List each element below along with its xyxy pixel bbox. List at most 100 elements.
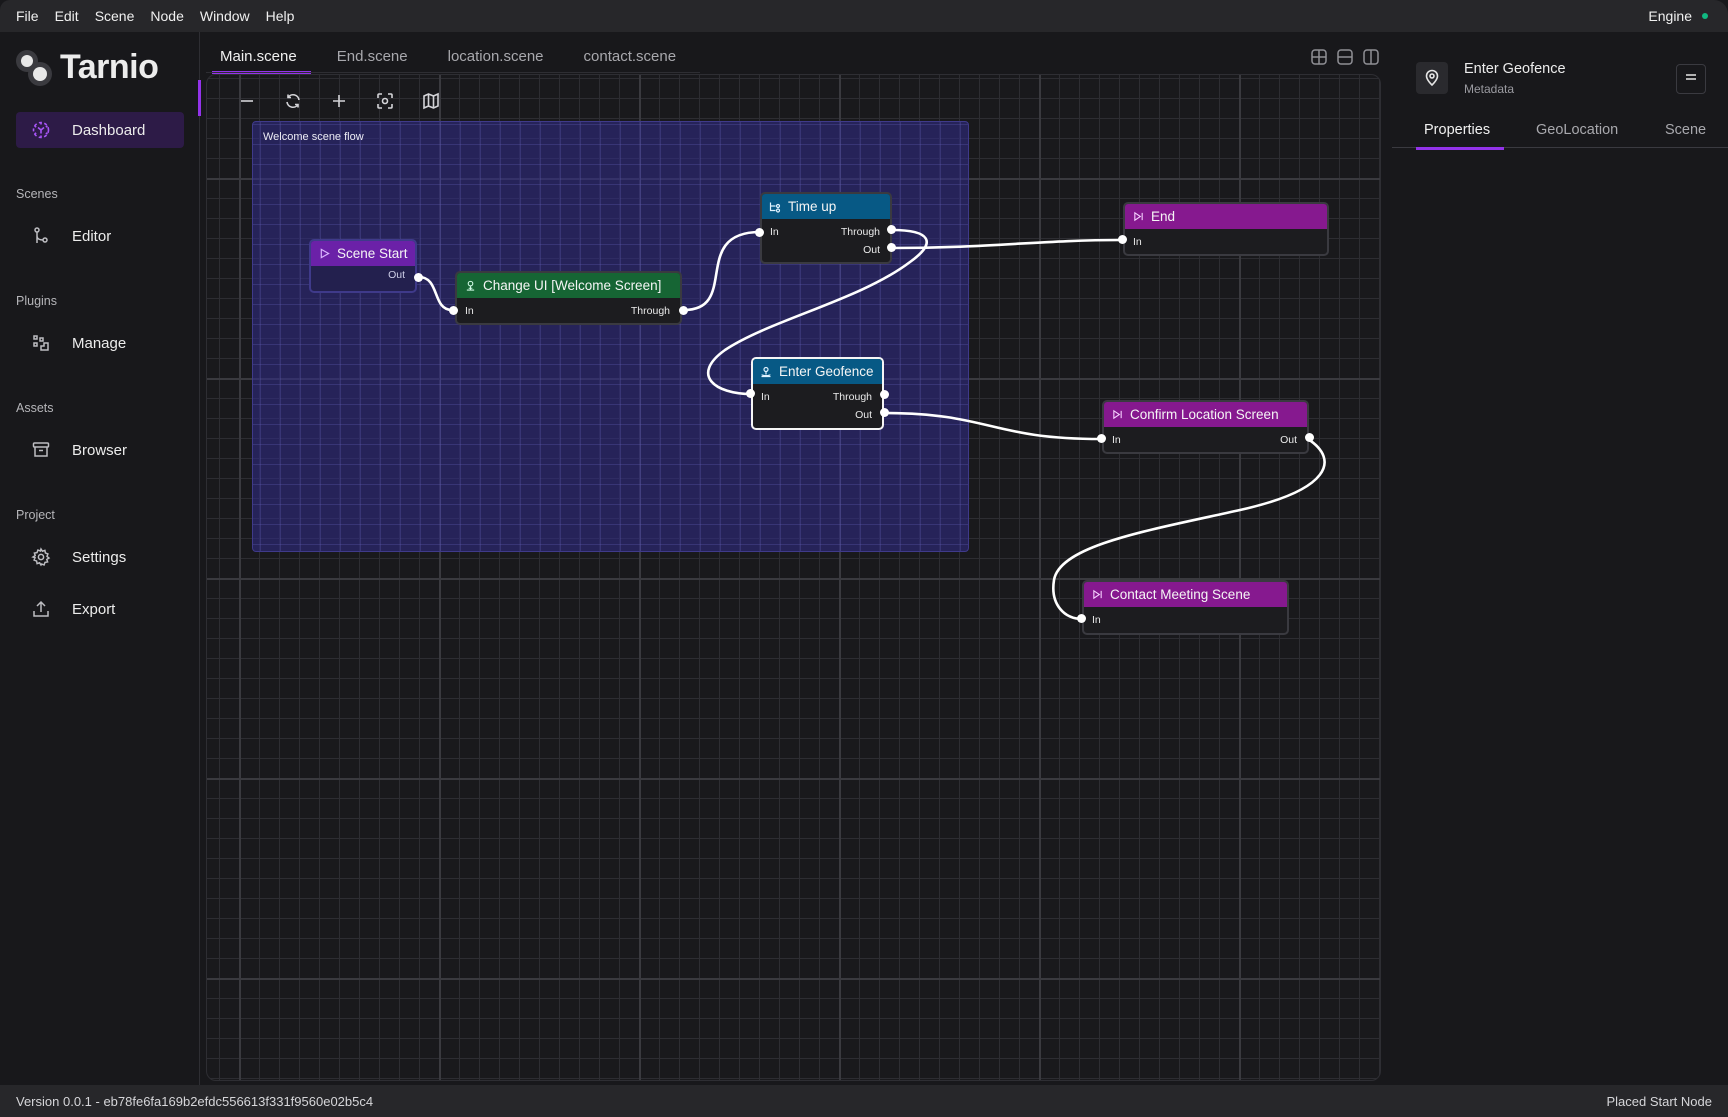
port-label-through: Through: [630, 305, 670, 317]
sidebar-item-settings[interactable]: Settings: [16, 539, 184, 575]
sidebar-item-browser[interactable]: Browser: [16, 432, 184, 468]
zoom-in-icon[interactable]: [328, 90, 350, 112]
archive-box-icon: [30, 439, 52, 461]
menu-window[interactable]: Window: [200, 8, 250, 24]
menu-help[interactable]: Help: [266, 8, 295, 24]
port-scene-start-out[interactable]: [414, 273, 423, 282]
node-title: Confirm Location Screen: [1130, 407, 1279, 422]
engine-label: Engine: [1648, 8, 1692, 24]
sidebar-item-editor[interactable]: Editor: [16, 218, 184, 254]
port-label-in: In: [1092, 614, 1101, 626]
port-change-ui-through[interactable]: [679, 306, 688, 315]
node-enter-geofence[interactable]: Enter Geofence In Through Out: [751, 357, 884, 430]
port-time-up-in[interactable]: [755, 228, 764, 237]
port-contact-in[interactable]: [1077, 614, 1086, 623]
section-assets: Assets: [16, 401, 54, 415]
menu-node[interactable]: Node: [150, 8, 183, 24]
node-header: Confirm Location Screen: [1104, 402, 1307, 427]
node-scene-start[interactable]: Scene Start Out: [309, 239, 417, 293]
play-icon: [318, 248, 330, 260]
node-header: Time up: [762, 194, 890, 219]
sidebar-active-indicator: [198, 80, 201, 116]
scene-tabs: Main.scene End.scene location.scene cont…: [206, 40, 702, 74]
node-contact-meeting[interactable]: Contact Meeting Scene In: [1082, 580, 1289, 635]
port-geofence-through[interactable]: [880, 390, 889, 399]
app-logo: Tarnio: [16, 48, 159, 87]
zoom-out-icon[interactable]: [236, 90, 258, 112]
canvas-toolbar: [236, 90, 466, 112]
port-label-out: Out: [1280, 434, 1297, 446]
port-label-in: In: [1133, 236, 1142, 248]
node-title: End: [1151, 209, 1176, 224]
menu-scene[interactable]: Scene: [95, 8, 135, 24]
node-title: Time up: [788, 199, 837, 214]
port-geofence-out[interactable]: [880, 408, 889, 417]
sidebar-item-manage[interactable]: Manage: [16, 325, 184, 361]
menu-edit[interactable]: Edit: [55, 8, 79, 24]
refresh-icon[interactable]: [282, 90, 304, 112]
inspector-tabs: Properties GeoLocation Scene: [1392, 116, 1728, 148]
group-label: Welcome scene flow: [263, 131, 364, 143]
port-label-out: Out: [863, 244, 880, 256]
inspector-menu-button[interactable]: [1676, 64, 1706, 94]
node-group[interactable]: Welcome scene flow: [252, 121, 969, 552]
status-message: Placed Start Node: [1606, 1093, 1712, 1109]
tab-contact-scene[interactable]: contact.scene: [570, 40, 691, 72]
sidebar-item-label: Manage: [72, 334, 127, 352]
port-label-through: Through: [840, 226, 880, 238]
inspector-subtitle: Metadata: [1464, 82, 1515, 96]
map-pin-icon: [1416, 62, 1448, 94]
port-geofence-in[interactable]: [746, 389, 755, 398]
port-time-up-through[interactable]: [887, 225, 896, 234]
port-confirm-in[interactable]: [1097, 434, 1106, 443]
sidebar-item-label: Export: [72, 600, 116, 618]
tab-properties[interactable]: Properties: [1424, 122, 1490, 138]
menu-file[interactable]: File: [16, 8, 39, 24]
node-end[interactable]: End In: [1123, 202, 1329, 256]
dashboard-icon: [30, 119, 52, 141]
upload-icon: [30, 598, 52, 620]
tab-main-scene[interactable]: Main.scene: [206, 40, 311, 74]
port-end-in[interactable]: [1118, 235, 1127, 244]
engine-status[interactable]: Engine: [1648, 0, 1708, 32]
gear-icon: [30, 546, 52, 568]
sidebar: Tarnio Dashboard Scenes Editor Plugins M…: [0, 32, 200, 1085]
status-bar: Version 0.0.1 - eb78fe6fa169b2efdc556613…: [0, 1085, 1728, 1117]
skip-forward-icon: [1132, 211, 1144, 223]
split-vertical-icon[interactable]: [1362, 48, 1380, 66]
logo-icon: [16, 49, 52, 86]
port-confirm-out[interactable]: [1305, 433, 1314, 442]
inspector-title: Enter Geofence: [1464, 61, 1566, 77]
section-project: Project: [16, 508, 55, 522]
version-label: Version 0.0.1 - eb78fe6fa169b2efdc556613…: [16, 1093, 374, 1109]
tab-end-scene[interactable]: End.scene: [323, 40, 422, 72]
port-change-ui-in[interactable]: [449, 306, 458, 315]
node-title: Contact Meeting Scene: [1110, 587, 1251, 602]
port-label-out: Out: [855, 409, 872, 421]
node-header: Scene Start: [311, 241, 415, 266]
section-plugins: Plugins: [16, 294, 57, 308]
node-time-up[interactable]: Time up In Through Out: [760, 192, 892, 264]
grid-quad-icon[interactable]: [1310, 48, 1328, 66]
node-change-ui[interactable]: Change UI [Welcome Screen] In Through: [455, 271, 682, 325]
map-icon[interactable]: [420, 90, 442, 112]
port-label-out: Out: [388, 269, 405, 281]
port-label-through: Through: [832, 391, 872, 403]
node-header: End: [1125, 204, 1327, 229]
section-scenes: Scenes: [16, 187, 58, 201]
sidebar-item-dashboard[interactable]: Dashboard: [16, 112, 184, 148]
sidebar-item-label: Browser: [72, 441, 128, 459]
tab-geolocation[interactable]: GeoLocation: [1536, 122, 1618, 138]
node-confirm-location[interactable]: Confirm Location Screen In Out: [1102, 400, 1309, 454]
menu-bar: File Edit Scene Node Window Help Engine: [0, 0, 1728, 32]
tab-scene[interactable]: Scene: [1665, 122, 1706, 138]
logo-text: Tarnio: [60, 48, 159, 86]
node-header: Contact Meeting Scene: [1084, 582, 1287, 607]
sidebar-item-export[interactable]: Export: [16, 591, 184, 627]
split-horizontal-icon[interactable]: [1336, 48, 1354, 66]
geofence-pin-icon: [760, 366, 772, 378]
focus-icon[interactable]: [374, 90, 396, 112]
tab-location-scene[interactable]: location.scene: [434, 40, 558, 72]
port-time-up-out[interactable]: [887, 243, 896, 252]
node-header: Change UI [Welcome Screen]: [457, 273, 680, 298]
